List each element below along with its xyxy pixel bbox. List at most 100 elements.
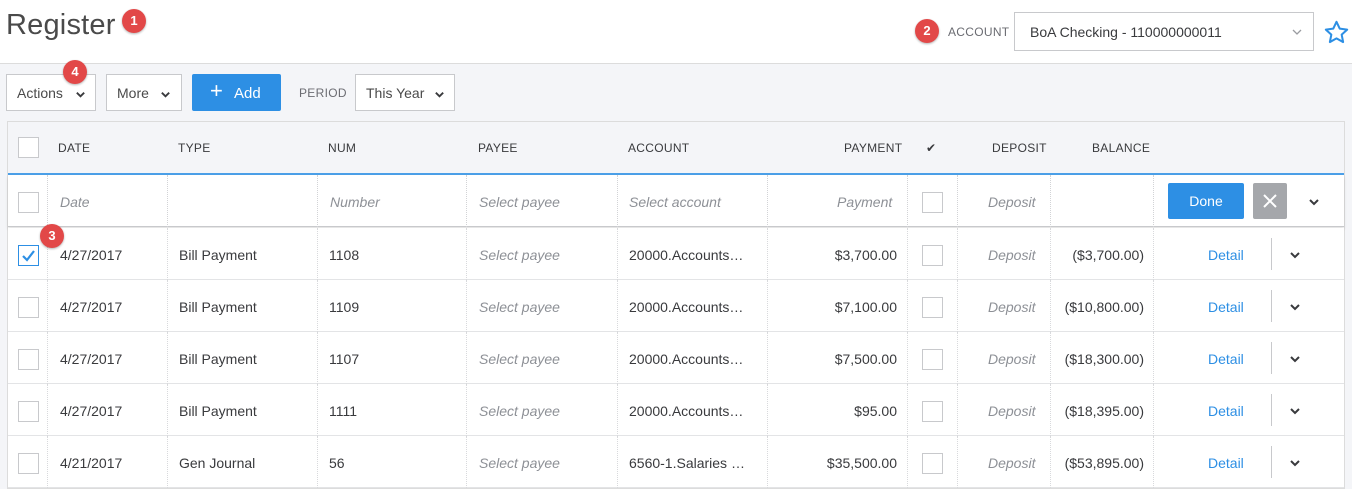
- chevron-down-icon[interactable]: [1289, 301, 1301, 313]
- payee-cell[interactable]: Select payee: [479, 455, 560, 471]
- select-all-checkbox[interactable]: [18, 137, 39, 158]
- add-label: Add: [234, 85, 261, 102]
- column-divider: [767, 228, 768, 280]
- column-divider: [957, 175, 958, 227]
- row-checkbox[interactable]: [18, 401, 39, 422]
- row-checkbox[interactable]: [18, 192, 39, 213]
- column-divider: [1050, 384, 1051, 436]
- column-divider: [617, 175, 618, 227]
- cleared-checkbox[interactable]: [922, 349, 943, 370]
- cancel-button[interactable]: [1253, 183, 1287, 219]
- row-checkbox[interactable]: [18, 453, 39, 474]
- chevron-down-icon: [1292, 29, 1302, 35]
- deposit-cell[interactable]: Deposit: [988, 403, 1035, 419]
- more-dropdown[interactable]: More: [106, 74, 182, 111]
- table-row[interactable]: 4/27/2017 Bill Payment 1111 Select payee 200…: [8, 384, 1344, 436]
- row-checkbox[interactable]: [18, 349, 39, 370]
- cleared-checkbox[interactable]: [922, 297, 943, 318]
- deposit-field[interactable]: Deposit: [988, 194, 1035, 210]
- cleared-checkbox[interactable]: [922, 453, 943, 474]
- done-button[interactable]: Done: [1168, 183, 1244, 219]
- chevron-down-icon: [161, 92, 170, 98]
- column-divider: [767, 384, 768, 436]
- add-button[interactable]: + Add: [192, 74, 281, 111]
- action-divider: [1271, 290, 1272, 322]
- account-select-value: BoA Checking - 110000000011: [1030, 24, 1222, 40]
- detail-link[interactable]: Detail: [1208, 247, 1244, 263]
- cleared-checkbox[interactable]: [922, 245, 943, 266]
- chevron-down-icon[interactable]: [1289, 457, 1301, 469]
- chevron-down-icon[interactable]: [1289, 405, 1301, 417]
- deposit-cell[interactable]: Deposit: [988, 247, 1035, 263]
- column-header-payee[interactable]: PAYEE: [478, 141, 518, 155]
- column-divider: [466, 384, 467, 436]
- column-divider: [317, 384, 318, 436]
- account-cell: 20000.Accounts…: [629, 403, 744, 419]
- cleared-checkbox[interactable]: [922, 192, 943, 213]
- table-row[interactable]: 4/27/2017 Bill Payment 1109 Select payee 200…: [8, 280, 1344, 332]
- table-header: DATE TYPE NUM PAYEE ACCOUNT PAYMENT ✔ DE…: [8, 122, 1344, 175]
- chevron-down-icon[interactable]: [1289, 353, 1301, 365]
- number-field[interactable]: Number: [330, 194, 380, 210]
- top-bar: Register ACCOUNT BoA Checking - 11000000…: [0, 0, 1352, 64]
- column-header-balance[interactable]: BALANCE: [1092, 141, 1150, 155]
- column-divider: [47, 280, 48, 332]
- table-row[interactable]: 4/27/2017 Bill Payment 1108 Select payee 200…: [8, 228, 1344, 280]
- detail-link[interactable]: Detail: [1208, 403, 1244, 419]
- column-divider: [317, 228, 318, 280]
- column-divider: [1153, 384, 1154, 436]
- column-divider: [617, 436, 618, 488]
- payee-cell[interactable]: Select payee: [479, 299, 560, 315]
- deposit-cell[interactable]: Deposit: [988, 455, 1035, 471]
- date-field[interactable]: Date: [60, 194, 90, 210]
- column-divider: [317, 175, 318, 227]
- column-header-account[interactable]: ACCOUNT: [628, 141, 689, 155]
- chevron-down-icon[interactable]: [1308, 196, 1320, 208]
- period-dropdown[interactable]: This Year: [355, 74, 455, 111]
- date-cell: 4/27/2017: [60, 299, 123, 315]
- detail-link[interactable]: Detail: [1208, 455, 1244, 471]
- table-row[interactable]: 4/21/2017 Gen Journal 56 Select payee 6560-1…: [8, 436, 1344, 488]
- column-header-type[interactable]: TYPE: [178, 141, 211, 155]
- row-checkbox[interactable]: [18, 297, 39, 318]
- payment-field[interactable]: Payment: [837, 194, 892, 210]
- column-divider: [907, 384, 908, 436]
- column-divider: [1050, 332, 1051, 384]
- payment-cell: $35,500.00: [826, 455, 897, 471]
- column-divider: [907, 332, 908, 384]
- column-header-num[interactable]: NUM: [328, 141, 356, 155]
- type-cell: Bill Payment: [179, 351, 257, 367]
- column-divider: [957, 436, 958, 488]
- column-divider: [167, 436, 168, 488]
- row-checkbox[interactable]: [18, 245, 39, 266]
- cleared-checkbox[interactable]: [922, 401, 943, 422]
- chevron-down-icon[interactable]: [1289, 249, 1301, 261]
- detail-link[interactable]: Detail: [1208, 299, 1244, 315]
- column-divider: [1153, 175, 1154, 227]
- action-divider: [1271, 342, 1272, 374]
- payee-cell[interactable]: Select payee: [479, 403, 560, 419]
- table-row[interactable]: 4/27/2017 Bill Payment 1107 Select payee 200…: [8, 332, 1344, 384]
- account-cell: 6560-1.Salaries …: [629, 455, 745, 471]
- balance-cell: ($3,700.00): [1072, 247, 1144, 263]
- new-transaction-row: Date Number Select payee Select account …: [8, 175, 1344, 227]
- column-header-payment[interactable]: PAYMENT: [844, 141, 902, 155]
- column-header-date[interactable]: DATE: [58, 141, 90, 155]
- payee-cell[interactable]: Select payee: [479, 247, 560, 263]
- account-field[interactable]: Select account: [629, 194, 721, 210]
- column-divider: [1153, 332, 1154, 384]
- period-value: This Year: [366, 85, 425, 101]
- detail-link[interactable]: Detail: [1208, 351, 1244, 367]
- payee-cell[interactable]: Select payee: [479, 351, 560, 367]
- num-cell: 1109: [329, 299, 360, 315]
- page-title: Register: [6, 9, 116, 41]
- deposit-cell[interactable]: Deposit: [988, 351, 1035, 367]
- column-divider: [47, 332, 48, 384]
- column-header-cleared[interactable]: ✔: [926, 141, 936, 155]
- column-divider: [957, 228, 958, 280]
- star-icon[interactable]: [1323, 19, 1350, 46]
- payee-field[interactable]: Select payee: [479, 194, 560, 210]
- deposit-cell[interactable]: Deposit: [988, 299, 1035, 315]
- account-select[interactable]: BoA Checking - 110000000011: [1014, 12, 1314, 51]
- column-header-deposit[interactable]: DEPOSIT: [992, 141, 1047, 155]
